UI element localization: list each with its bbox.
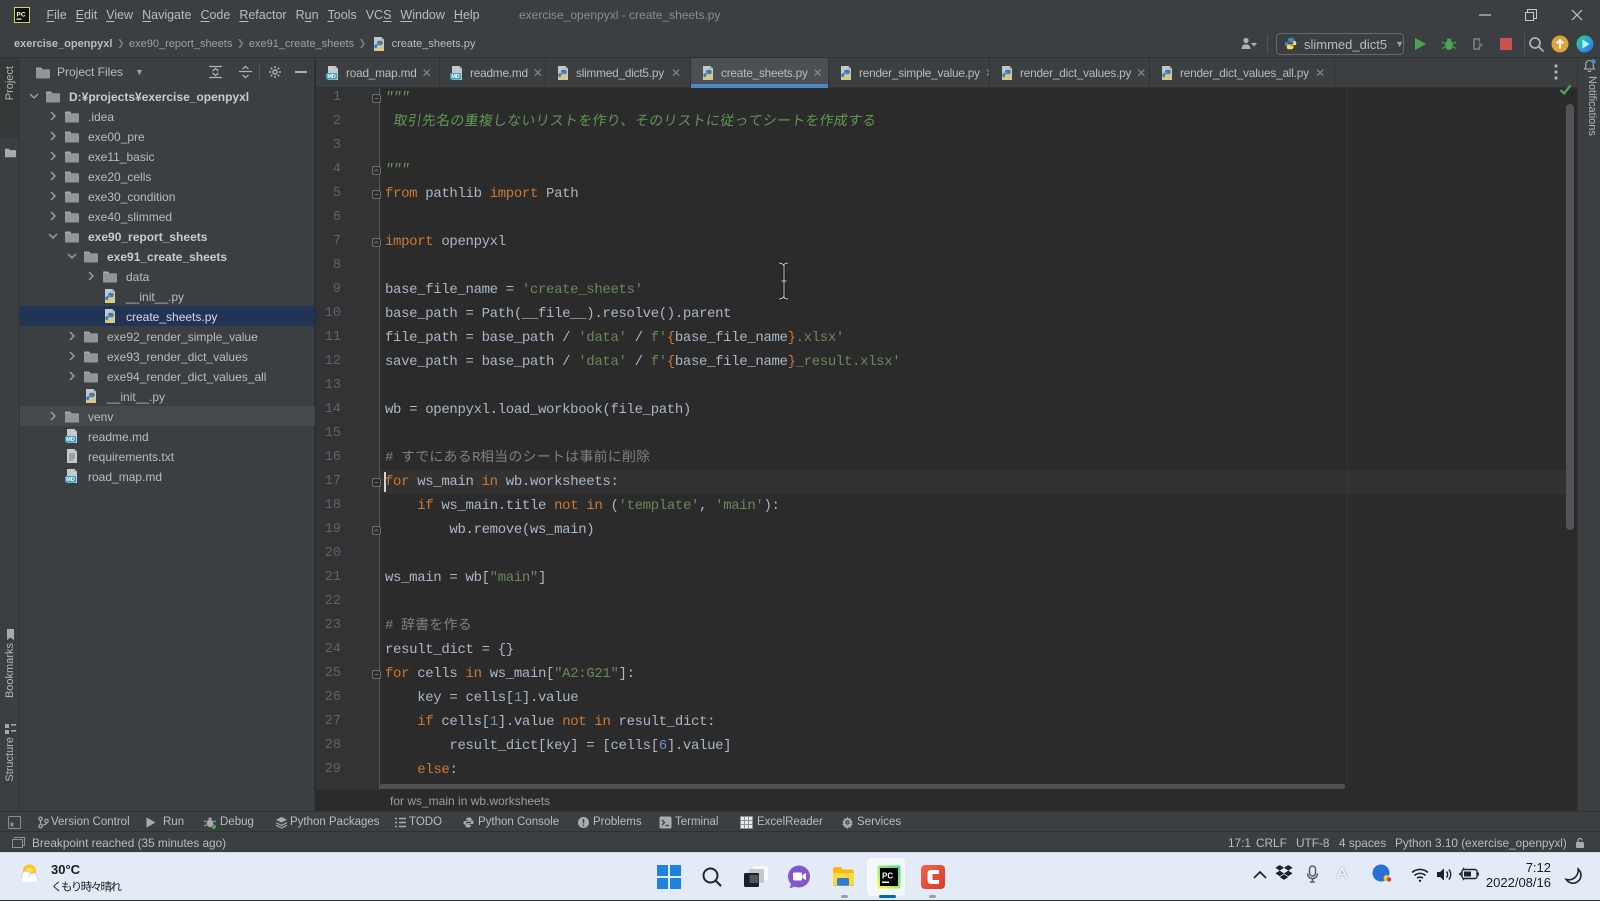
svg-text:PC: PC: [17, 12, 26, 19]
svg-text:MD: MD: [66, 437, 75, 443]
svg-text:MD: MD: [66, 477, 75, 483]
svg-text:PC: PC: [882, 872, 893, 881]
svg-text:MD: MD: [451, 74, 459, 80]
svg-text:MD: MD: [327, 74, 335, 80]
